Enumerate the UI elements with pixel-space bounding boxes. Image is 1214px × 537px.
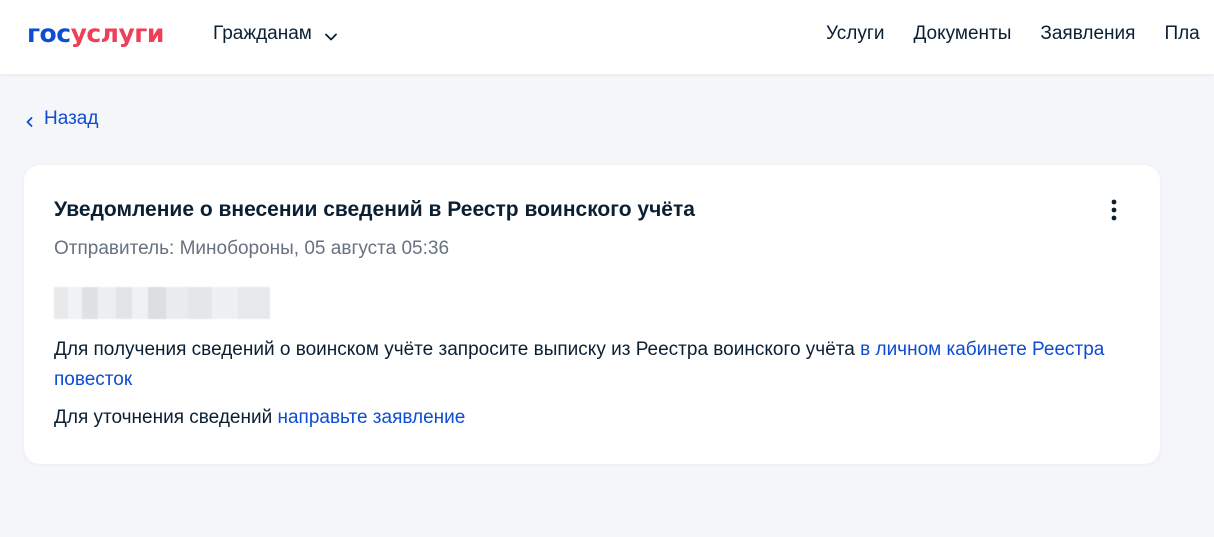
nav-item-zayavleniya[interactable]: Заявления — [1040, 22, 1135, 46]
logo-part-gos: гос — [27, 19, 71, 48]
more-vertical-icon[interactable] — [1104, 199, 1124, 223]
notification-sender: Отправитель: Минобороны, 05 августа 05:3… — [54, 238, 450, 259]
notification-title: Уведомление о внесении сведений в Реестр… — [54, 198, 695, 221]
back-link[interactable]: Назад — [24, 107, 98, 131]
notification-paragraph-extract: Для получения сведений о воинском учёте … — [54, 335, 1114, 395]
nav-item-uslugi[interactable]: Услуги — [826, 22, 884, 46]
nav-item-platezhi[interactable]: Пла — [1164, 22, 1199, 46]
send-application-link[interactable]: направьте заявление — [277, 407, 465, 428]
redacted-text — [54, 287, 270, 319]
notification-paragraph-clarify: Для уточнения сведений направьте заявлен… — [54, 403, 1114, 433]
notification-card: Уведомление о внесении сведений в Реестр… — [24, 165, 1160, 464]
logo-part-uslugi: услуги — [70, 19, 165, 48]
role-selector-label: Гражданам — [213, 23, 312, 44]
paragraph-text: Для получения сведений о воинском учёте … — [54, 339, 861, 360]
nav-item-dokumenty[interactable]: Документы — [913, 22, 1011, 46]
chevron-left-icon — [24, 112, 36, 127]
paragraph-text: Для уточнения сведений — [54, 407, 278, 428]
header: госуслуги Гражданам Услуги Документы Зая… — [0, 0, 1214, 74]
main-nav: Услуги Документы Заявления Пла — [826, 22, 1214, 46]
chevron-down-icon — [324, 27, 338, 41]
back-label: Назад — [44, 108, 99, 129]
gosuslugi-logo[interactable]: госуслуги — [27, 16, 164, 52]
role-selector[interactable]: Гражданам — [213, 22, 338, 46]
